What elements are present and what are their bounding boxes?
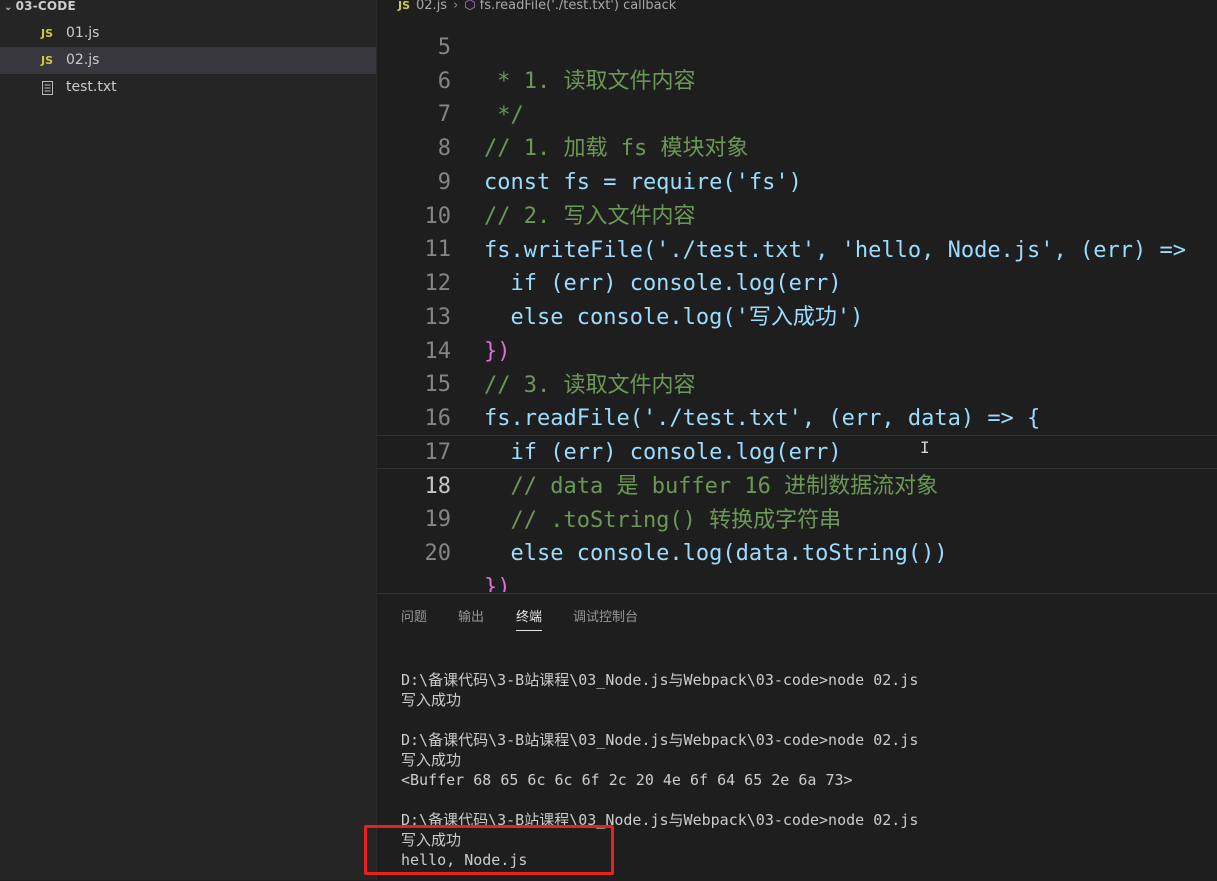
code-line: 5 * 1. 读取文件内容 [377, 14, 1217, 94]
chevron-down-icon: ⌄ [4, 2, 13, 13]
file-name: 01.js [66, 25, 100, 41]
code-line: 15 fs.readFile('./test.txt', (err, data)… [377, 334, 1217, 431]
code-text: }) [484, 575, 511, 592]
explorer-sidebar: ⌄ 03-CODE JS 01.js JS 02.js test.txt [0, 0, 377, 880]
code-line: 8 const fs = require('fs') [377, 98, 1217, 195]
text-file-icon [42, 81, 53, 95]
code-line: 16 if (err) console.log(err) [377, 368, 1217, 465]
code-line: 17 // data 是 buffer 16 进制数据流对象 [377, 402, 1217, 499]
line-number: 20 [424, 541, 452, 566]
code-line: 11 if (err) console.log(err) [377, 199, 1217, 296]
file-name: 02.js [66, 52, 100, 68]
terminal-line: D:\备课代码\3-B站课程\03_Node.js与Webpack\03-cod… [401, 731, 919, 749]
js-file-icon: JS [41, 27, 54, 40]
breadcrumb-symbol[interactable]: fs.readFile('./test.txt') callback [480, 0, 677, 13]
file-item-02js[interactable]: JS 02.js [0, 47, 376, 74]
tab-debug-console[interactable]: 调试控制台 [573, 606, 638, 630]
code-line: 7 // 1. 加载 fs 模块对象 [377, 64, 1217, 161]
terminal-line: D:\备课代码\3-B站课程\03_Node.js与Webpack\03-cod… [401, 671, 919, 689]
code-line: 9 // 2. 写入文件内容 [377, 132, 1217, 229]
tab-output[interactable]: 输出 [458, 606, 484, 630]
code-line: 13 }) [377, 267, 1217, 364]
bottom-panel: 问题 输出 终端 调试控制台 D:\备课代码\3-B站课程\03_Node.js… [364, 593, 1217, 881]
js-file-icon: JS [398, 0, 411, 12]
terminal-line: <Buffer 68 65 6c 6c 6f 2c 20 4e 6f 64 65… [401, 771, 853, 789]
symbol-method-icon: ⬡ [464, 0, 476, 13]
breadcrumb-file[interactable]: 02.js [416, 0, 447, 13]
terminal-line: 写入成功 [401, 691, 462, 709]
explorer-folder-header[interactable]: ⌄ 03-CODE [4, 0, 76, 14]
chevron-right-icon: › [453, 0, 459, 13]
tab-problems[interactable]: 问题 [401, 606, 427, 630]
file-item-testtxt[interactable]: test.txt [0, 74, 376, 101]
terminal-line: 写入成功 [401, 751, 462, 769]
code-line: 6 */ [377, 31, 1217, 128]
code-line: 12 else console.log('写入成功') [377, 233, 1217, 330]
code-line: 10 fs.writeFile('./test.txt', 'hello, No… [377, 166, 1217, 263]
file-name: test.txt [66, 79, 117, 95]
code-text: else console.log(data.toString()) [484, 541, 948, 566]
code-editor[interactable]: 5 * 1. 读取文件内容 6 */ 7 // 1. 加载 fs 模块对象 8 … [377, 14, 1217, 592]
js-file-icon: JS [41, 54, 54, 67]
annotation-highlight-box [364, 825, 614, 875]
breadcrumb: JS 02.js › ⬡ fs.readFile('./test.txt') callb… [377, 0, 1217, 14]
code-line: 14 // 3. 读取文件内容 [377, 301, 1217, 398]
code-line-active: 18 // .toString() 转换成字符串 [377, 435, 1217, 533]
code-line: 20 }) [377, 503, 1217, 592]
tab-terminal[interactable]: 终端 [516, 606, 543, 631]
text-cursor-icon: I [920, 438, 930, 457]
code-line: 19 else console.log(data.toString()) [377, 469, 1217, 566]
folder-name: 03-CODE [15, 0, 76, 13]
file-item-01js[interactable]: JS 01.js [0, 20, 376, 47]
